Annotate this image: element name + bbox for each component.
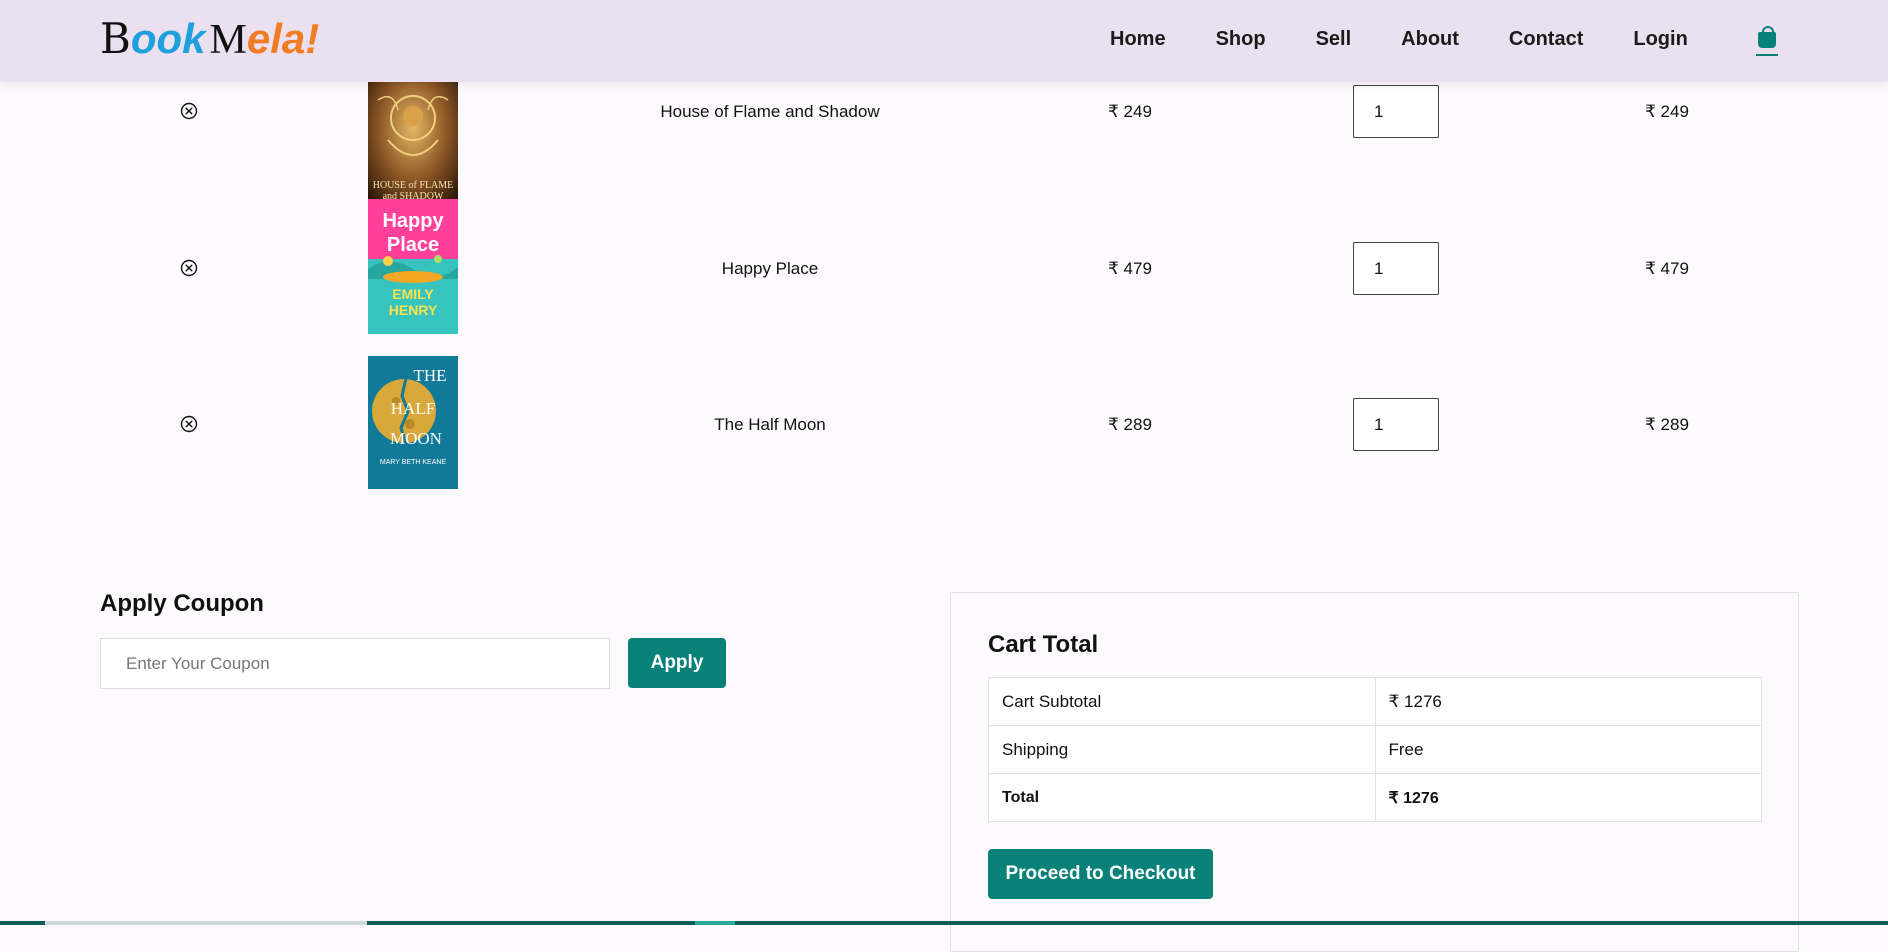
active-underline xyxy=(1756,54,1778,56)
logo-ook: ook xyxy=(130,15,206,62)
nav-home[interactable]: Home xyxy=(1110,28,1166,51)
nav-sell[interactable]: Sell xyxy=(1316,28,1352,51)
close-circle-icon[interactable] xyxy=(180,102,198,120)
cover-title-line: HALF xyxy=(391,399,435,418)
cover-title-line: Happy xyxy=(382,210,444,232)
cart-total-title: Cart Total xyxy=(988,631,1099,658)
quantity-input[interactable] xyxy=(1353,398,1439,451)
footer-edge xyxy=(0,921,1888,925)
site-header: BookMela! Home Shop Sell About Contact L… xyxy=(0,0,1888,82)
total-value: ₹ 1276 xyxy=(1374,773,1762,822)
book-cover-image: Happy Place EMILY HENRY xyxy=(368,199,458,334)
quantity-input[interactable] xyxy=(1353,85,1439,138)
apply-coupon-button[interactable]: Apply xyxy=(628,638,726,688)
footer-edge-light xyxy=(45,921,367,925)
cart-row: THE HALF MOON MARY BETH KEANE The Half M… xyxy=(0,355,1888,495)
product-subtotal: ₹ 289 xyxy=(1645,415,1689,434)
book-cover-image: THE HALF MOON MARY BETH KEANE xyxy=(368,356,458,489)
cover-title-line: THE xyxy=(413,366,446,385)
coupon-input[interactable] xyxy=(100,638,610,689)
cover-title-line: Place xyxy=(387,234,439,256)
close-circle-icon[interactable] xyxy=(180,259,198,277)
total-row: Total ₹ 1276 xyxy=(988,773,1762,822)
cover-author-line: EMILY xyxy=(392,286,434,302)
cover-title-line: HOUSE of FLAME xyxy=(373,180,454,191)
book-cover-image: HOUSE of FLAME and SHADOW xyxy=(368,80,458,217)
product-name[interactable]: Happy Place xyxy=(600,259,940,279)
cart-row: Happy Place EMILY HENRY Happy Place ₹ 47… xyxy=(0,198,1888,338)
shopping-bag-icon xyxy=(1758,32,1776,48)
logo[interactable]: BookMela! xyxy=(100,14,319,64)
subtotal-row: Cart Subtotal ₹ 1276 xyxy=(988,677,1762,726)
quantity-input[interactable] xyxy=(1353,242,1439,295)
product-price: ₹ 479 xyxy=(1108,259,1152,278)
cart-link[interactable] xyxy=(1756,26,1778,56)
close-circle-icon[interactable] xyxy=(180,415,198,433)
shipping-row: Shipping Free xyxy=(988,725,1762,774)
product-price: ₹ 289 xyxy=(1108,415,1152,434)
subtotal-label: Cart Subtotal xyxy=(988,677,1376,726)
total-label: Total xyxy=(988,773,1376,822)
footer-edge-accent xyxy=(695,921,735,925)
product-subtotal: ₹ 479 xyxy=(1645,259,1689,278)
cover-author-line: HENRY xyxy=(389,302,438,318)
logo-b: B xyxy=(100,14,131,63)
shipping-value: Free xyxy=(1374,725,1762,774)
nav-shop[interactable]: Shop xyxy=(1216,28,1266,51)
nav-login[interactable]: Login xyxy=(1633,28,1687,51)
product-name[interactable]: House of Flame and Shadow xyxy=(600,102,940,122)
logo-m: M xyxy=(209,17,247,63)
nav-about[interactable]: About xyxy=(1401,28,1459,51)
product-subtotal: ₹ 249 xyxy=(1645,102,1689,121)
logo-ela: ela! xyxy=(246,15,320,62)
nav-contact[interactable]: Contact xyxy=(1509,28,1583,51)
cart-total-panel: Cart Total Cart Subtotal ₹ 1276 Shipping… xyxy=(950,592,1799,952)
proceed-to-checkout-button[interactable]: Proceed to Checkout xyxy=(988,849,1213,899)
cart-total-table: Cart Subtotal ₹ 1276 Shipping Free Total… xyxy=(988,677,1762,822)
product-price: ₹ 249 xyxy=(1108,102,1152,121)
coupon-title: Apply Coupon xyxy=(100,590,264,617)
main-nav: Home Shop Sell About Contact Login xyxy=(1110,0,1738,78)
cover-author-line: MARY BETH KEANE xyxy=(380,459,447,466)
subtotal-value: ₹ 1276 xyxy=(1374,677,1762,726)
product-name[interactable]: The Half Moon xyxy=(600,415,940,435)
shipping-label: Shipping xyxy=(988,725,1376,774)
cover-title-line: MOON xyxy=(390,429,442,448)
